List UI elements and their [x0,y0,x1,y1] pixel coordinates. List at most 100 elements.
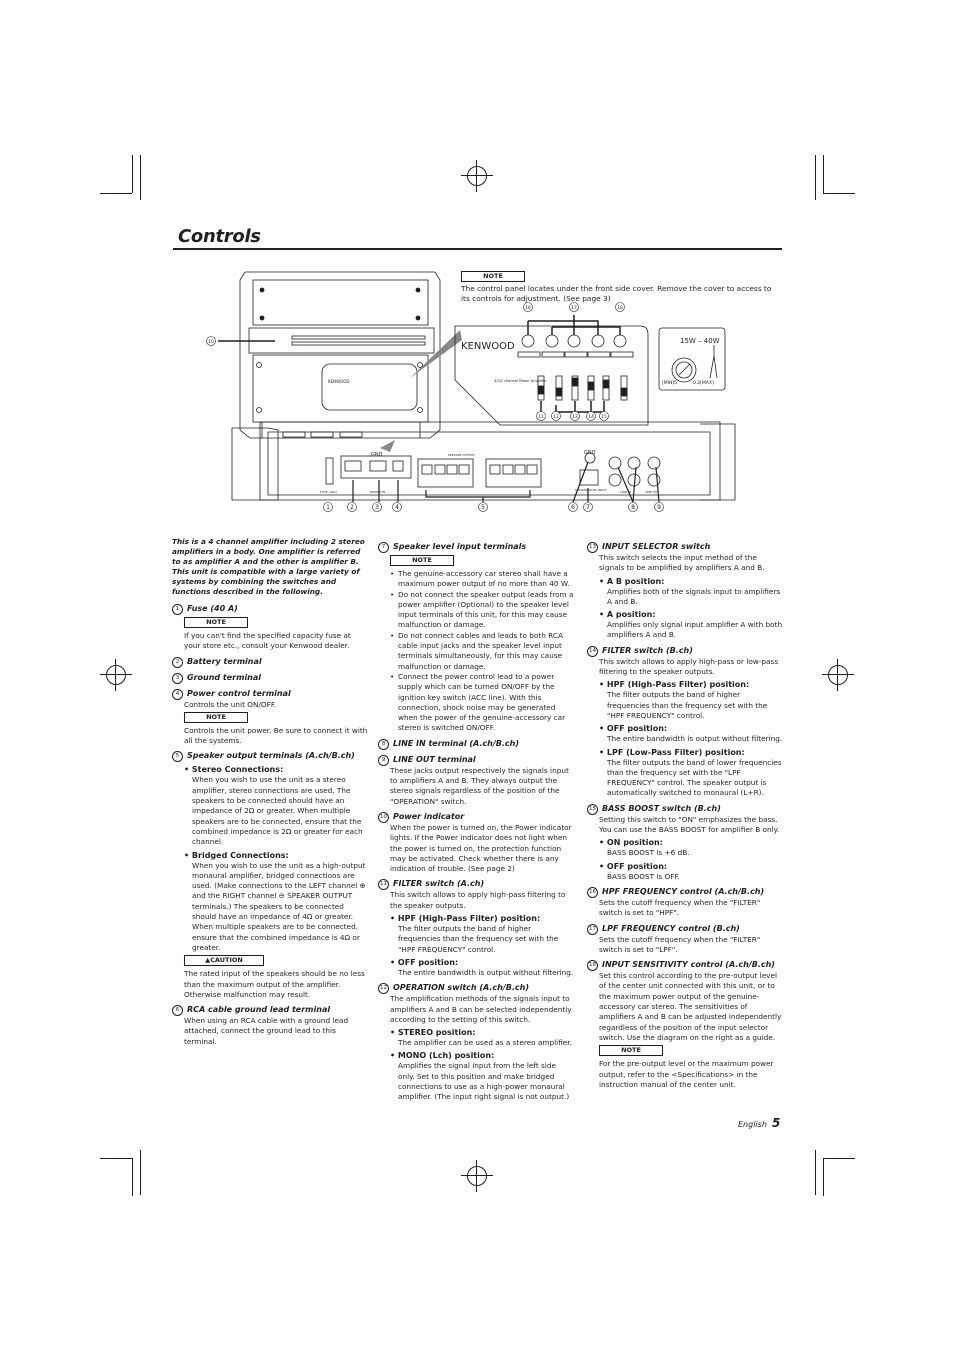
switches [537,375,628,401]
item-title-text: RCA cable ground lead terminal [187,1005,331,1015]
item-title-text: Fuse (40 A) [187,604,238,613]
sub-item-title: A B position: [599,576,784,587]
item-title-text: FILTER switch (B.ch) [602,645,693,655]
sub-item-text: The entire bandwidth is output without f… [607,734,783,744]
sub-item: OFF position:The entire bandwidth is out… [390,957,574,978]
footer-language: English [738,1120,767,1129]
column-3: 13 INPUT SELECTOR switch This switch selec… [587,537,784,1090]
item-body: The amplification methods of the signals… [390,994,574,1102]
item-text: This switch selects the input method of … [599,553,765,573]
note-label: NOTE [390,555,454,566]
column-2: 7 Speaker level input terminals NOTE The ge… [378,537,574,1103]
sub-item: HPF (High-Pass Filter) position:The filt… [599,679,784,721]
control-item: 1 Fuse (40 A) NOTE If you can't find the sp… [172,603,368,652]
page-number: 5 [772,1116,781,1130]
callout-number: 4 [395,504,399,511]
callout-number: 12 [553,414,559,420]
item-number: 10 [378,811,389,823]
item-number: 11 [378,879,389,891]
item-number: 1 [172,604,183,615]
knobs [517,334,634,358]
item-title: 1 Fuse (40 A) [172,603,368,615]
item-number: 8 [378,738,389,750]
item-text: These jacks output respectively the sign… [390,765,569,806]
item-title: 10 Power indicator [378,811,574,823]
item-number: 2 [172,656,183,668]
amplifier-top-view [239,271,441,439]
sub-item: Bridged Connections:When you wish to use… [184,850,368,954]
crop-mark [823,1158,855,1159]
item-number: 9 [378,754,389,766]
item-title-text: Power indicator [393,811,465,821]
item-text: Set this control according to the pre-ou… [599,971,782,1042]
item-title-text: OPERATION switch (A.ch/B.ch) [393,983,529,993]
sub-item-title: HPF (High-Pass Filter) position: [390,913,574,924]
sensitivity-min: [MIN]5 [662,380,677,386]
item-title: 5 Speaker output terminals (A.ch/B.ch) [172,750,368,763]
control-item: 2 Battery terminal [172,656,368,668]
sub-item: OFF position:The entire bandwidth is out… [599,723,784,744]
control-item: 16 HPF FREQUENCY control (A.ch/B.ch) Sets … [587,886,784,919]
note-label: NOTE [184,711,248,723]
caution-block: ▲CAUTION [184,955,368,967]
sub-item-text: BASS BOOST is OFF. [607,871,680,881]
item-number: 5 [172,751,183,763]
item-title-text: Power control terminal [187,688,291,698]
item-title-text: Battery terminal [187,656,262,666]
note-bullet: Connect the power control lead to a powe… [390,672,574,734]
sub-item: HPF (High-Pass Filter) position:The filt… [390,913,574,955]
control-item: 8 LINE IN terminal (A.ch/B.ch) [378,738,574,750]
item-number: 3 [172,672,183,684]
callout-number: 1 [326,504,330,511]
power-in-label: POWER IN [370,490,385,494]
sub-item: ON position:BASS BOOST is +6 dB. [599,837,784,858]
sub-item-title: STEREO position: [390,1027,574,1038]
note-bullet: Do not connect the speaker output leads … [390,590,574,631]
callout-number: 17 [571,305,577,311]
callout-number: 15 [601,414,607,420]
note-text: Controls the unit power. Be sure to conn… [184,725,368,746]
control-item: 4 Power control terminal Controls the unit… [172,688,368,747]
sub-item-text: The entire bandwidth is output without f… [398,967,574,977]
item-number: 18 [587,960,598,972]
item-title-text: HPF FREQUENCY control (A.ch/B.ch) [602,886,765,896]
callout-number: 16 [525,305,531,311]
note-label: NOTE [599,1045,663,1057]
crop-mark [140,1150,141,1195]
item-text: The amplification methods of the signals… [390,994,572,1024]
note-block: NOTE [184,711,368,723]
note-block: NOTE [184,617,368,628]
sub-item-title: ON position: [599,837,784,848]
panel-caption: 4/3/2 channel Power Amplifier [494,379,547,383]
item-body: This switch allows to apply high-pass fi… [390,890,574,978]
caution-label: ▲CAUTION [184,955,264,967]
sub-item: MONO (Lch) position:Amplifies the signal… [390,1050,574,1102]
item-title-text: LPF FREQUENCY control (B.ch) [602,923,740,933]
gnd-label: GND [584,450,596,456]
sub-item-title: OFF position: [599,861,784,872]
item-title-text: LINE IN terminal (A.ch/B.ch) [393,738,519,748]
item-body: Controls the unit ON/OFF. NOTE Controls th… [184,700,368,747]
crop-mark [132,1158,133,1196]
item-body: Setting this switch to "ON" emphasizes t… [599,815,784,882]
column-1: This is a 4 channel amplifier including … [172,537,368,1047]
caution-text: The rated input of the speakers should b… [184,969,365,999]
sub-item-text: Amplifies the signal input from the left… [398,1061,570,1102]
note-bullet: Do not connect cables and leads to both … [390,631,574,672]
sub-item-text: The filter outputs the band of higher fr… [607,690,768,720]
callout-number: 3 [375,504,379,511]
sub-item-title: A position: [599,609,784,620]
amplifier-front-view [231,421,736,503]
callout-number: 8 [631,504,635,511]
item-text: Controls the unit ON/OFF. [184,699,277,709]
fuse-label: FUSE (40A) [320,490,337,494]
note-bullet: The genuine-accessory car stereo shall h… [390,569,574,590]
crop-mark [823,1158,824,1196]
speaker-level-input-label: SPEAKER LEVEL INPUT [575,488,607,492]
item-title-text: LINE OUT terminal [393,754,476,764]
note-text: For the pre-output level or the maximum … [599,1059,774,1089]
sub-item-title: MONO (Lch) position: [390,1050,574,1061]
item-title: 14 FILTER switch (B.ch) [587,645,784,657]
note-text: If you can't find the specified capacity… [184,631,351,651]
control-item: 17 LPF FREQUENCY control (B.ch) Sets the c… [587,923,784,956]
